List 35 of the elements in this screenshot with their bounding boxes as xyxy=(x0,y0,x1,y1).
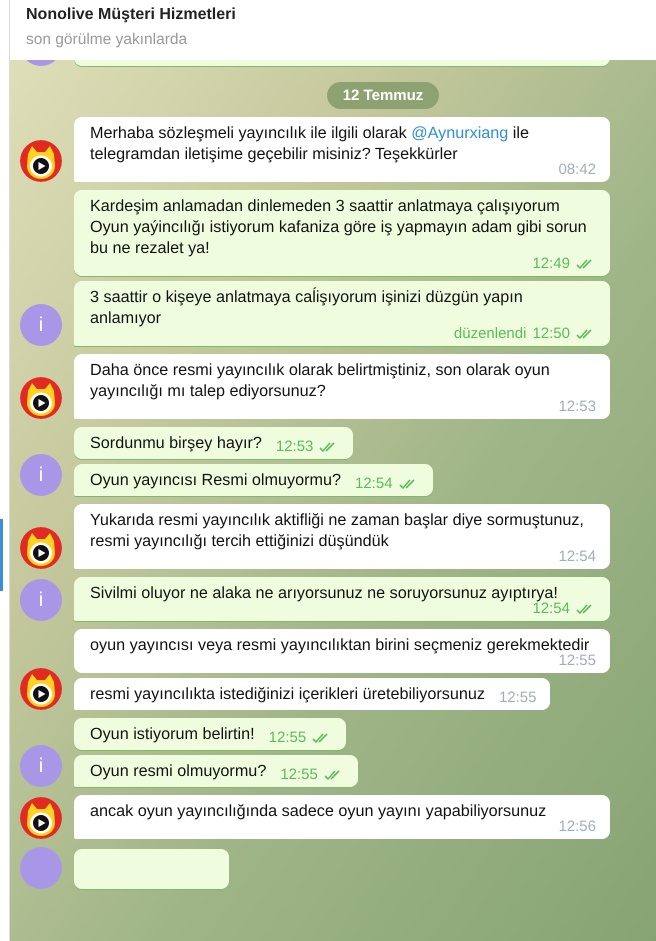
message-text: Daha önce resmi yayıncılık olarak belirtmiştiniz, son olarak oyun yayıncılığı mı talep ediyorsunuz? xyxy=(90,360,551,402)
message-text: Oyun yayıncısı Resmi olmuyormu? xyxy=(90,470,341,491)
avatar: i xyxy=(20,745,62,787)
date-badge: 12 Temmuz xyxy=(326,82,440,109)
message-text: oyun yayıncısı veya resmi yayıncılıktan birini seçmeniz gerekmektedir xyxy=(90,635,590,654)
message-text: Yukarıda resmi yayıncılık aktifliği ne zaman başlar diye sormuştunuz, resmi yayıncılığı tercih ettiğinizi düşündük xyxy=(90,510,585,550)
message-text: ancak oyun yayıncılığında sadece oyun yayını yapabiliyorsunuz xyxy=(90,801,546,822)
message-time: 12:53 xyxy=(558,398,596,416)
message-time: 12:54 xyxy=(532,600,570,618)
message-text: Oyun istiyorum belirtin! xyxy=(90,724,255,745)
message-time: 12:50 xyxy=(532,325,570,343)
mention-link[interactable]: @Aynurxiang xyxy=(411,124,508,142)
message-text: Sivilmi oluyor ne alaka ne arıyorsunuz ne soruyorsunuz ayıptırya! xyxy=(90,583,558,602)
message-time: 12:55 xyxy=(280,766,318,784)
avatar: i xyxy=(20,454,62,496)
message-time: 12:54 xyxy=(558,548,596,566)
message-text: 3 saattir o kişeye anlatmaya caĺişıyorum işinizi düzgün yapın anlamıyor xyxy=(90,287,524,327)
message-time: 12:54 xyxy=(355,475,393,493)
message-time: 08:42 xyxy=(558,161,596,179)
message-time: 12:49 xyxy=(532,255,570,273)
message-text: Merhaba sözleşmeli yayıncılık ile ilgili olarak @Aynurxiang ile telegramdan iletişime geçebilir misiniz? Teşekkürler xyxy=(90,123,530,165)
last-seen-status: son görülme yakınlarda xyxy=(26,31,188,49)
avatar: i xyxy=(20,579,62,621)
message-time: 12:55 xyxy=(268,729,306,747)
message-text: resmi yayıncılıkta istediğinizi içerikleri üretebiliyorsunuz xyxy=(90,684,485,705)
avatar: i xyxy=(20,304,62,346)
message-time: 12:55 xyxy=(558,652,596,670)
message-time: 12:53 xyxy=(276,438,314,456)
message-text: Kardeşim anlamadan dinlemeden 3 saattir anlatmaya çalışıyorum Oyun yaýincılığı istiyorum kafaniza göre iş yapmayın adam gibi sorun bu ne rezalet ya! xyxy=(90,196,588,258)
message-text: Sordunmu birşey hayır? xyxy=(90,433,262,454)
message-text: Oyun resmi olmuyormu? xyxy=(90,761,266,782)
chat-title: Nonolive Müşteri Hizmetleri xyxy=(26,6,237,24)
edited-label: düzenlendi xyxy=(454,325,526,343)
message-time: 12:56 xyxy=(558,818,596,836)
message-time: 12:55 xyxy=(498,689,536,707)
